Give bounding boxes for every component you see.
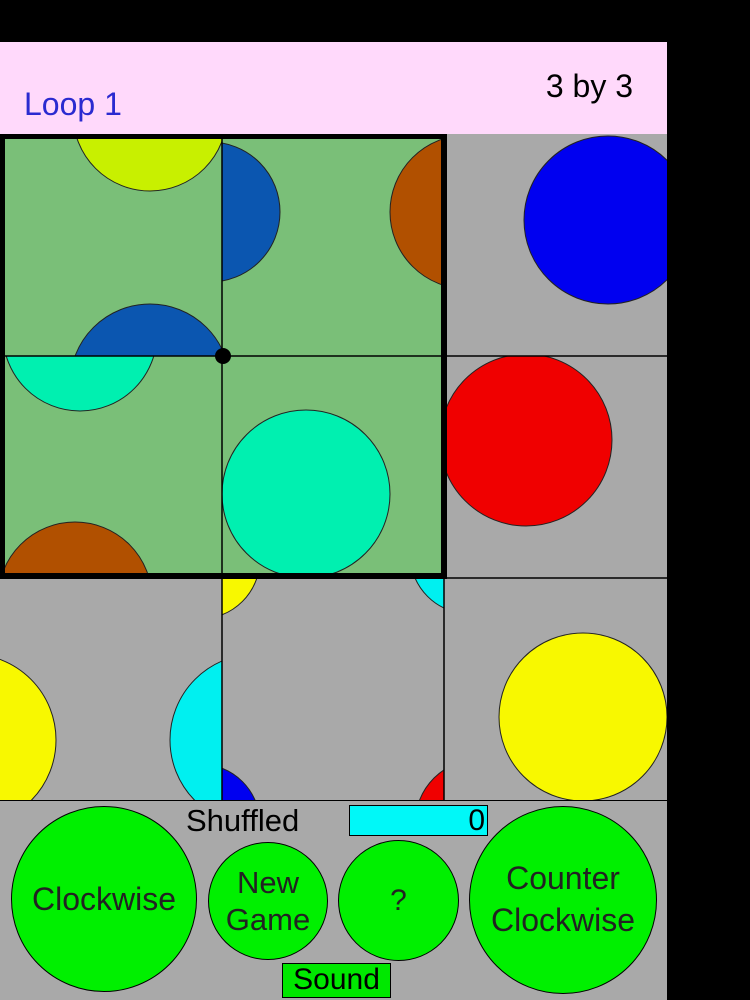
tile-r2-c2[interactable] xyxy=(222,356,444,578)
new-game-button[interactable]: New Game xyxy=(208,842,328,960)
shuffled-counter: 0 xyxy=(349,805,488,836)
game-screen: Loop 1 3 by 3 Shuffled 0 Clockwise New G… xyxy=(0,0,667,1000)
sound-button[interactable]: Sound xyxy=(282,963,391,998)
help-button-label: ? xyxy=(390,883,407,917)
help-button[interactable]: ? xyxy=(338,840,459,961)
rotation-pivot-icon xyxy=(215,348,231,364)
counter-clockwise-button[interactable]: Counter Clockwise xyxy=(469,806,657,994)
tile-r1-c3[interactable] xyxy=(444,134,667,356)
counter-clockwise-button-label: Counter Clockwise xyxy=(490,860,636,938)
loop-label: Loop 1 xyxy=(24,86,122,122)
clockwise-button-label: Clockwise xyxy=(31,880,177,917)
new-game-button-label: New Game xyxy=(225,864,311,937)
controls-panel: Shuffled 0 Clockwise New Game ? Counter … xyxy=(0,800,667,1000)
tile-r2-c3[interactable] xyxy=(440,354,667,578)
shuffled-label: Shuffled xyxy=(186,803,300,838)
tile-r3-c3[interactable] xyxy=(444,578,667,800)
board-size-label: 3 by 3 xyxy=(545,68,633,104)
puzzle-board xyxy=(0,134,667,800)
clockwise-button[interactable]: Clockwise xyxy=(11,806,197,992)
